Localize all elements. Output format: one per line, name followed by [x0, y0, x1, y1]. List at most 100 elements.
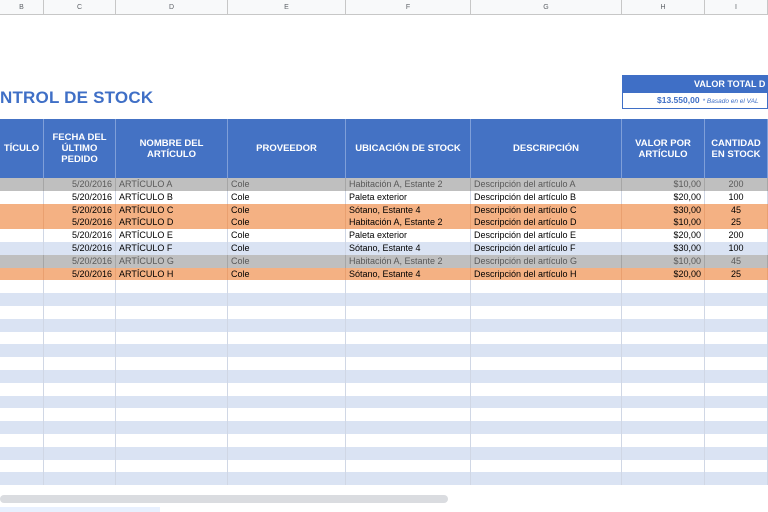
cell-description[interactable]: Descripción del artículo G [471, 254, 622, 268]
cell-supplier[interactable]: Cole [228, 190, 346, 204]
cell-last-order-date[interactable] [44, 446, 116, 460]
cell-description[interactable] [471, 344, 622, 358]
cell-last-order-date[interactable] [44, 344, 116, 358]
cell-item-name[interactable]: ARTÍCULO B [116, 190, 228, 204]
cell-stock-location[interactable] [346, 446, 471, 460]
cell-stock-location[interactable] [346, 421, 471, 434]
cell-item-name[interactable] [116, 382, 228, 396]
cell-quantity-in-stock[interactable] [705, 280, 768, 294]
header-value-per-item[interactable]: VALOR POR ARTÍCULO [622, 119, 705, 178]
table-row[interactable] [0, 382, 768, 396]
cell-last-order-date[interactable]: 5/20/2016 [44, 267, 116, 281]
cell-description[interactable]: Descripción del artículo B [471, 190, 622, 204]
cell-last-order-date[interactable]: 5/20/2016 [44, 216, 116, 230]
cell-supplier[interactable] [228, 395, 346, 409]
table-row[interactable] [0, 305, 768, 319]
cell-stock-location[interactable] [346, 280, 471, 294]
cell-value-per-item[interactable]: $20,00 [622, 229, 705, 242]
cell-article-id[interactable] [0, 254, 44, 268]
table-row[interactable] [0, 421, 768, 434]
cell-last-order-date[interactable] [44, 459, 116, 473]
cell-article-id[interactable] [0, 421, 44, 434]
cell-item-name[interactable]: ARTÍCULO F [116, 241, 228, 255]
cell-supplier[interactable]: Cole [228, 178, 346, 191]
cell-value-per-item[interactable]: $20,00 [622, 267, 705, 281]
table-row[interactable]: 5/20/2016 ARTÍCULO F Cole Sótano, Estante 4… [0, 241, 768, 255]
cell-quantity-in-stock[interactable]: 100 [705, 241, 768, 255]
cell-last-order-date[interactable]: 5/20/2016 [44, 229, 116, 242]
cell-quantity-in-stock[interactable] [705, 293, 768, 306]
cell-stock-location[interactable]: Habitación A, Estante 2 [346, 254, 471, 268]
cell-quantity-in-stock[interactable]: 45 [705, 203, 768, 217]
cell-item-name[interactable]: ARTÍCULO E [116, 229, 228, 242]
cell-value-per-item[interactable] [622, 408, 705, 422]
cell-item-name[interactable]: ARTÍCULO C [116, 203, 228, 217]
cell-description[interactable]: Descripción del artículo A [471, 178, 622, 191]
cell-quantity-in-stock[interactable] [705, 459, 768, 473]
cell-quantity-in-stock[interactable] [705, 433, 768, 447]
cell-quantity-in-stock[interactable]: 45 [705, 254, 768, 268]
header-last-order-date[interactable]: FECHA DEL ÚLTIMO PEDIDO [44, 119, 116, 178]
cell-article-id[interactable] [0, 305, 44, 319]
table-row[interactable] [0, 446, 768, 460]
cell-item-name[interactable] [116, 472, 228, 486]
total-value-box[interactable]: VALOR TOTAL D $13.550,00 * Basado en el V… [622, 75, 768, 109]
cell-article-id[interactable] [0, 344, 44, 358]
table-row[interactable]: 5/20/2016 ARTÍCULO B Cole Paleta exterior De… [0, 190, 768, 204]
cell-item-name[interactable] [116, 395, 228, 409]
cell-article-id[interactable] [0, 203, 44, 217]
cell-last-order-date[interactable] [44, 421, 116, 434]
column-letter-d[interactable]: D [116, 0, 228, 15]
cell-description[interactable] [471, 293, 622, 306]
column-letter-i[interactable]: I [705, 0, 768, 15]
cell-supplier[interactable] [228, 459, 346, 473]
cell-stock-location[interactable] [346, 305, 471, 319]
cell-stock-location[interactable] [346, 472, 471, 486]
cell-quantity-in-stock[interactable] [705, 446, 768, 460]
horizontal-scrollbar[interactable] [0, 495, 448, 503]
table-row[interactable]: 5/20/2016 ARTÍCULO D Cole Habitación A, Est… [0, 216, 768, 230]
cell-description[interactable]: Descripción del artículo C [471, 203, 622, 217]
cell-supplier[interactable] [228, 280, 346, 294]
cell-description[interactable] [471, 369, 622, 383]
cell-supplier[interactable] [228, 331, 346, 345]
cell-value-per-item[interactable]: $10,00 [622, 178, 705, 191]
table-row[interactable] [0, 344, 768, 358]
cell-item-name[interactable] [116, 421, 228, 434]
table-row[interactable]: 5/20/2016 ARTÍCULO H Cole Sótano, Estante 4… [0, 267, 768, 281]
cell-item-name[interactable] [116, 305, 228, 319]
cell-last-order-date[interactable] [44, 305, 116, 319]
cell-item-name[interactable] [116, 408, 228, 422]
cell-description[interactable] [471, 280, 622, 294]
column-letter-h[interactable]: H [622, 0, 705, 15]
cell-stock-location[interactable] [346, 331, 471, 345]
cell-article-id[interactable] [0, 293, 44, 306]
cell-value-per-item[interactable] [622, 318, 705, 332]
cell-value-per-item[interactable] [622, 344, 705, 358]
cell-value-per-item[interactable]: $10,00 [622, 254, 705, 268]
cell-supplier[interactable]: Cole [228, 254, 346, 268]
cell-quantity-in-stock[interactable]: 25 [705, 216, 768, 230]
cell-description[interactable] [471, 446, 622, 460]
cell-last-order-date[interactable]: 5/20/2016 [44, 254, 116, 268]
cell-description[interactable] [471, 421, 622, 434]
cell-description[interactable]: Descripción del artículo D [471, 216, 622, 230]
cell-stock-location[interactable]: Sótano, Estante 4 [346, 241, 471, 255]
cell-description[interactable] [471, 382, 622, 396]
cell-quantity-in-stock[interactable]: 25 [705, 267, 768, 281]
cell-article-id[interactable] [0, 472, 44, 486]
cell-value-per-item[interactable] [622, 382, 705, 396]
cell-quantity-in-stock[interactable] [705, 305, 768, 319]
cell-article-id[interactable] [0, 369, 44, 383]
cell-supplier[interactable]: Cole [228, 241, 346, 255]
cell-supplier[interactable] [228, 382, 346, 396]
cell-quantity-in-stock[interactable] [705, 421, 768, 434]
cell-value-per-item[interactable] [622, 280, 705, 294]
table-row[interactable] [0, 318, 768, 332]
cell-stock-location[interactable]: Sótano, Estante 4 [346, 203, 471, 217]
cell-stock-location[interactable]: Sótano, Estante 4 [346, 267, 471, 281]
cell-supplier[interactable] [228, 408, 346, 422]
cell-description[interactable] [471, 357, 622, 370]
cell-article-id[interactable] [0, 229, 44, 242]
cell-stock-location[interactable] [346, 433, 471, 447]
